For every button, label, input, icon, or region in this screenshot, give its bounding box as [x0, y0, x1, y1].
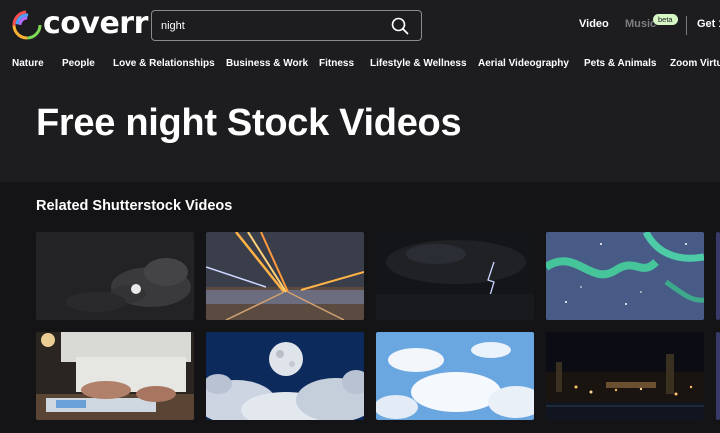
- video-thumbnail-light-trails[interactable]: [206, 232, 364, 320]
- category-people[interactable]: People: [62, 58, 95, 69]
- search-icon[interactable]: [391, 17, 409, 35]
- category-love-relationships[interactable]: Love & Relationships: [113, 58, 215, 69]
- nav-music-link[interactable]: Music: [625, 18, 656, 30]
- logo[interactable]: coverr: [12, 8, 148, 42]
- nav-get-link[interactable]: Get 1: [697, 18, 720, 30]
- video-thumbnail-moon-clouds[interactable]: [36, 232, 194, 320]
- video-thumbnail-city-night[interactable]: [546, 332, 704, 420]
- category-business-work[interactable]: Business & Work: [226, 58, 308, 69]
- video-thumbnail-partial[interactable]: [716, 232, 720, 320]
- nav-video-link[interactable]: Video: [579, 18, 609, 30]
- category-fitness[interactable]: Fitness: [319, 58, 354, 69]
- section-title: Related Shutterstock Videos: [36, 198, 233, 214]
- coverr-logo-icon: [12, 10, 42, 40]
- video-thumbnail-blue-sky-clouds[interactable]: [376, 332, 534, 420]
- search-input[interactable]: [161, 17, 381, 35]
- video-thumbnail-lightning-storm[interactable]: [376, 232, 534, 320]
- video-thumbnail-aurora[interactable]: [546, 232, 704, 320]
- nav-divider: [686, 16, 687, 35]
- category-zoom-virtual[interactable]: Zoom Virtu: [670, 58, 720, 69]
- hero: Free night Stock Videos: [0, 76, 720, 182]
- category-nature[interactable]: Nature: [12, 58, 44, 69]
- search-box: [151, 10, 422, 41]
- page-title: Free night Stock Videos: [36, 102, 462, 144]
- logo-text: coverr: [43, 6, 148, 41]
- video-thumbnail-business-hands[interactable]: [36, 332, 194, 420]
- site-header: coverr Video Music beta Get 1: [0, 0, 720, 52]
- video-thumbnail-partial[interactable]: [716, 332, 720, 420]
- category-aerial-videography[interactable]: Aerial Videography: [478, 58, 569, 69]
- category-lifestyle-wellness[interactable]: Lifestyle & Wellness: [370, 58, 467, 69]
- video-thumbnail-moon-above-clouds[interactable]: [206, 332, 364, 420]
- beta-badge: beta: [653, 14, 678, 25]
- related-videos-section: Related Shutterstock Videos: [0, 182, 720, 433]
- category-bar: Nature People Love & Relationships Busin…: [0, 52, 720, 76]
- category-pets-animals[interactable]: Pets & Animals: [584, 58, 656, 69]
